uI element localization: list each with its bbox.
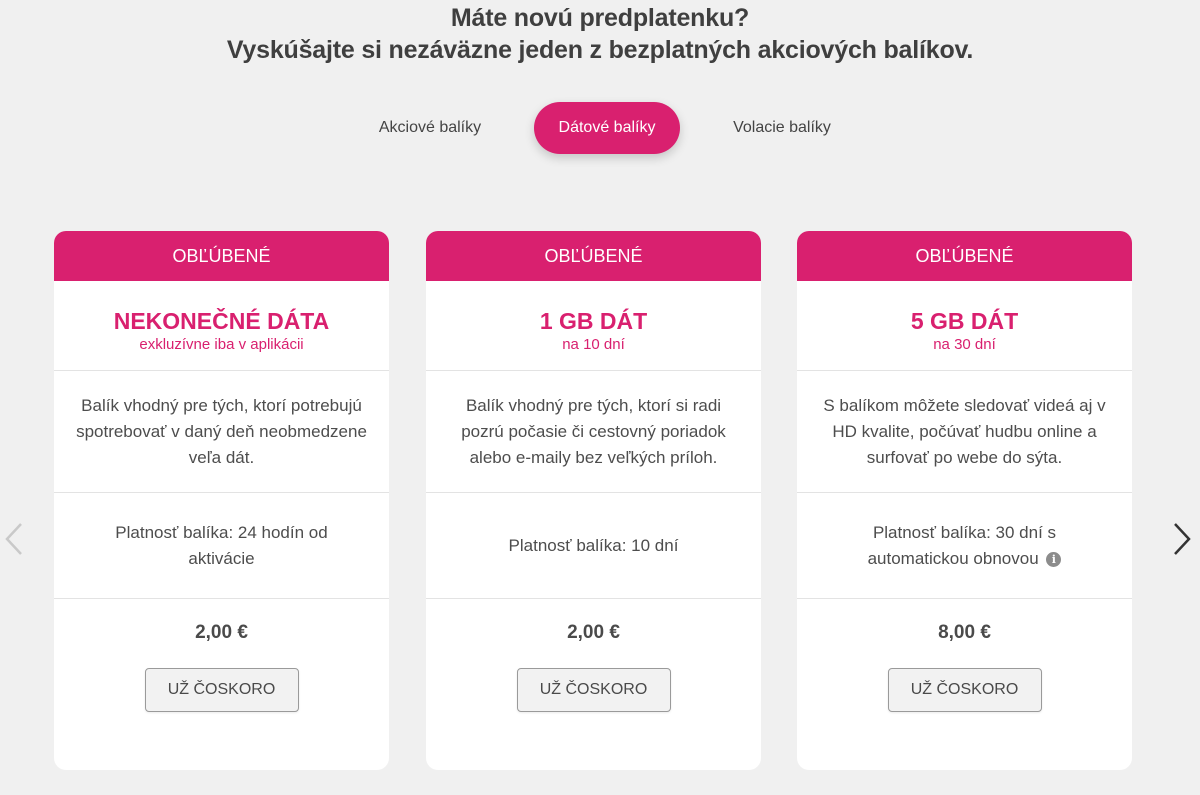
card-description-text: S balíkom môžete sledovať videá aj v HD … xyxy=(823,395,1106,467)
card-validity-text: Platnosť balíka: 10 dní xyxy=(508,535,679,555)
card-price: 2,00 € xyxy=(195,622,248,643)
coming-soon-button[interactable]: UŽ ČOSKORO xyxy=(887,668,1042,712)
info-icon[interactable]: i xyxy=(1046,551,1062,567)
card-validity-text: Platnosť balíka: 24 hodín od aktivácie xyxy=(115,522,328,568)
package-card-1gb-data: OBĽÚBENÉ 1 GB DÁT na 10 dní Balík vhodný… xyxy=(426,231,761,770)
card-title-block: 1 GB DÁT na 10 dní xyxy=(426,281,761,371)
card-subtitle: exkluzívne iba v aplikácii xyxy=(139,336,304,353)
chevron-left-icon[interactable] xyxy=(2,521,26,557)
coming-soon-button[interactable]: UŽ ČOSKORO xyxy=(516,668,671,712)
card-description-text: Balík vhodný pre tých, ktorí si radi poz… xyxy=(461,395,726,467)
card-description-text: Balík vhodný pre tých, ktorí potrebujú s… xyxy=(76,395,367,467)
popular-badge: OBĽÚBENÉ xyxy=(426,231,761,281)
card-validity: Platnosť balíka: 30 dní s automatickou o… xyxy=(797,493,1132,599)
popular-badge: OBĽÚBENÉ xyxy=(54,231,389,281)
chevron-right-icon[interactable] xyxy=(1170,521,1194,557)
card-description: Balík vhodný pre tých, ktorí potrebujú s… xyxy=(54,371,389,493)
headline-line-2: Vyskúšajte si nezáväzne jeden z bezplatn… xyxy=(226,36,974,64)
card-description: Balík vhodný pre tých, ktorí si radi poz… xyxy=(426,371,761,493)
card-validity-text: Platnosť balíka: 30 dní s automatickou o… xyxy=(827,520,1102,572)
card-price: 8,00 € xyxy=(938,622,991,643)
card-title: 1 GB DÁT xyxy=(539,308,648,334)
card-subtitle: na 10 dní xyxy=(562,336,625,353)
package-card-unlimited-data: OBĽÚBENÉ NEKONEČNÉ DÁTA exkluzívne iba v… xyxy=(54,231,389,770)
card-validity: Platnosť balíka: 10 dní xyxy=(426,493,761,599)
coming-soon-button[interactable]: UŽ ČOSKORO xyxy=(144,668,299,712)
headline-line-1: Máte novú predplatenku? xyxy=(450,4,750,32)
card-title-block: NEKONEČNÉ DÁTA exkluzívne iba v aplikáci… xyxy=(54,281,389,371)
tab-datove-baliky[interactable]: Dátové balíky xyxy=(534,102,680,154)
card-title: 5 GB DÁT xyxy=(910,308,1019,334)
card-price: 2,00 € xyxy=(567,622,620,643)
package-tabs: Akciové balíky Dátové balíky Volacie bal… xyxy=(0,102,1200,154)
card-title: NEKONEČNÉ DÁTA xyxy=(113,308,330,334)
validity-text: Platnosť balíka: 30 dní s automatickou o… xyxy=(867,522,1057,568)
popular-badge: OBĽÚBENÉ xyxy=(797,231,1132,281)
card-validity: Platnosť balíka: 24 hodín od aktivácie xyxy=(54,493,389,599)
card-title-block: 5 GB DÁT na 30 dní xyxy=(797,281,1132,371)
tab-akciove-baliky[interactable]: Akciové balíky xyxy=(360,102,500,154)
card-subtitle: na 30 dní xyxy=(933,336,996,353)
card-description: S balíkom môžete sledovať videá aj v HD … xyxy=(797,371,1132,493)
package-card-5gb-data: OBĽÚBENÉ 5 GB DÁT na 30 dní S balíkom mô… xyxy=(797,231,1132,770)
page-headline: Máte novú predplatenku? Vyskúšajte si ne… xyxy=(0,2,1200,66)
tab-volacie-baliky[interactable]: Volacie balíky xyxy=(712,102,852,154)
